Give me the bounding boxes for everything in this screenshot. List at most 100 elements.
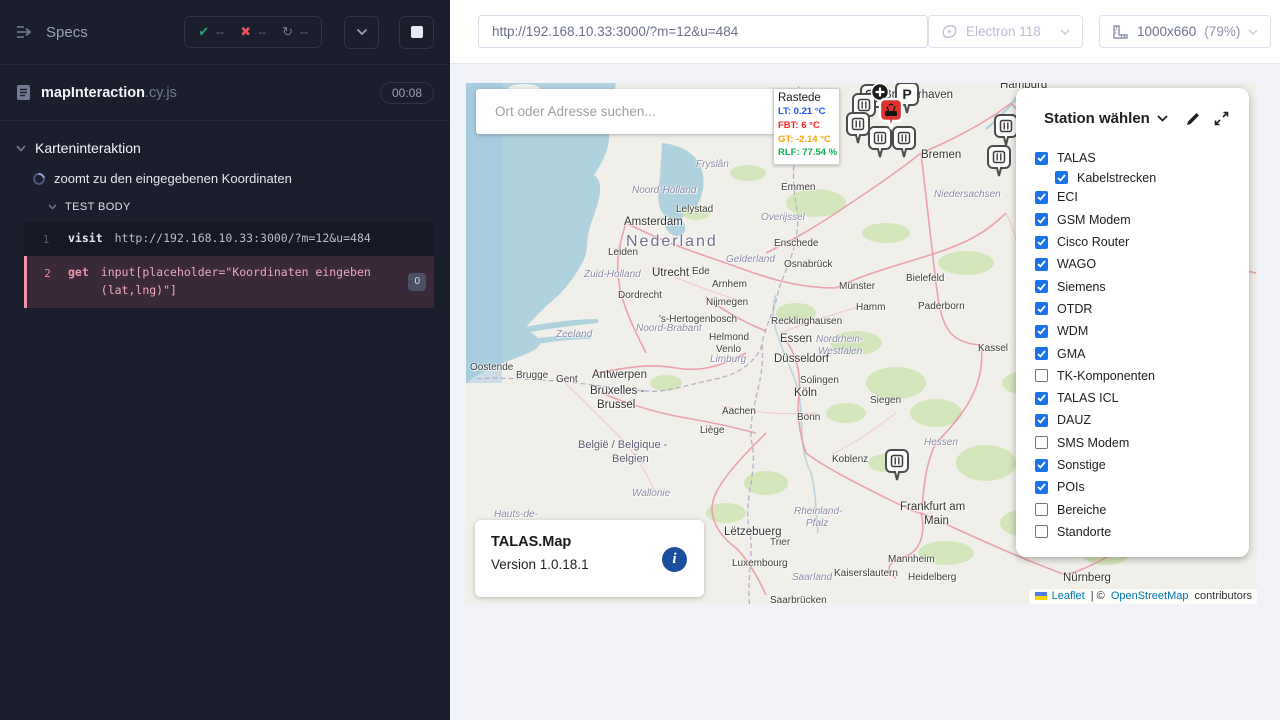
station-panel-list: TALAS Kabelstrecken ECI GSM Modem Cisco Rout… xyxy=(1016,147,1249,543)
spec-file-icon xyxy=(16,84,31,101)
checkbox-icon[interactable] xyxy=(1035,213,1048,226)
filter-label: Cisco Router xyxy=(1057,235,1129,249)
leaflet-link[interactable]: Leaflet xyxy=(1052,590,1085,602)
station-filter-talas[interactable]: TALAS xyxy=(1035,147,1249,169)
search-input[interactable] xyxy=(495,104,758,119)
station-marker[interactable] xyxy=(986,144,1012,178)
collapse-all-button[interactable] xyxy=(344,16,379,49)
checkbox-icon[interactable] xyxy=(1035,258,1048,271)
osm-link[interactable]: OpenStreetMap xyxy=(1111,590,1189,602)
station-filter-wago[interactable]: WAGO xyxy=(1035,253,1249,275)
viewport-zoom: (79%) xyxy=(1204,24,1240,39)
checkbox-icon[interactable] xyxy=(1035,152,1048,165)
checkbox-icon[interactable] xyxy=(1035,191,1048,204)
station-filter-gsm-modem[interactable]: GSM Modem xyxy=(1035,209,1249,231)
pending-icon: ↻ xyxy=(282,24,293,40)
ruler-icon xyxy=(1112,24,1129,40)
station-filter-dauz[interactable]: DAUZ xyxy=(1035,409,1249,431)
checkbox-icon[interactable] xyxy=(1035,414,1048,427)
viewport-size: 1000x660 xyxy=(1137,24,1196,39)
test-body-toggle[interactable]: TEST BODY xyxy=(0,195,450,222)
test-row[interactable]: zoomt zu den eingegebenen Koordinaten xyxy=(0,162,450,195)
spec-name: mapInteraction.cy.js xyxy=(41,85,177,101)
command-args: input[placeholder="Koordinaten eingeben … xyxy=(101,264,396,300)
test-runner-sidebar: Specs ✔-- ✖-- ↻-- mapInteraction.cy.js 0… xyxy=(0,0,450,720)
checkbox-icon[interactable] xyxy=(1035,347,1048,360)
checkbox-icon[interactable] xyxy=(1035,392,1048,405)
station-panel: Station wählen TALASKab xyxy=(1016,88,1249,557)
stat-passed: ✔-- xyxy=(198,24,224,40)
url-input[interactable] xyxy=(478,15,928,48)
running-spinner-icon xyxy=(31,170,48,187)
checkbox-icon[interactable] xyxy=(1035,503,1048,516)
test-stats: ✔-- ✖-- ↻-- xyxy=(184,16,322,48)
filter-label: DAUZ xyxy=(1057,413,1091,427)
spec-duration-badge: 00:08 xyxy=(380,82,434,104)
station-filter-tk-komponenten[interactable]: TK-Komponenten xyxy=(1035,365,1249,387)
edit-pencil-icon[interactable] xyxy=(1185,111,1201,127)
map-attribution: Leaflet | © OpenStreetMap contributors xyxy=(1029,589,1257,604)
tooltip-measurement: GT: -2.14 °C xyxy=(778,133,835,147)
checkbox-icon[interactable] xyxy=(1035,280,1048,293)
checkbox-icon[interactable] xyxy=(1055,171,1068,184)
filter-label: TK-Komponenten xyxy=(1057,369,1155,383)
station-filter-sms-modem[interactable]: SMS Modem xyxy=(1035,432,1249,454)
checkbox-icon[interactable] xyxy=(1035,525,1048,538)
station-filter-pois[interactable]: POIs xyxy=(1035,476,1249,498)
info-icon[interactable]: i xyxy=(662,547,687,572)
checkbox-icon[interactable] xyxy=(1035,436,1048,449)
station-filter-bereiche[interactable]: Bereiche xyxy=(1035,498,1249,520)
filter-label: Sonstige xyxy=(1057,458,1106,472)
tooltip-measurement: FBT: 6 °C xyxy=(778,119,835,133)
station-filter-siemens[interactable]: Siemens xyxy=(1035,275,1249,297)
station-filter-gma[interactable]: GMA xyxy=(1035,342,1249,364)
chevron-down-icon xyxy=(16,145,26,152)
filter-label: Kabelstrecken xyxy=(1077,171,1156,185)
checkbox-icon[interactable] xyxy=(1035,302,1048,315)
leaflet-map[interactable]: HamburgBremerhavenBremenEmmenLelystadAms… xyxy=(466,83,1257,604)
tooltip-measurement: RLF: 77.54 % xyxy=(778,146,835,160)
stat-failed: ✖-- xyxy=(240,24,266,40)
alarm-marker[interactable] xyxy=(878,97,904,131)
test-title: zoomt zu den eingegebenen Koordinaten xyxy=(54,171,292,186)
station-marker[interactable] xyxy=(884,448,910,482)
chevron-down-icon xyxy=(48,204,57,210)
checkbox-icon[interactable] xyxy=(1035,369,1048,382)
station-panel-header: Station wählen xyxy=(1016,88,1249,127)
spec-file-row[interactable]: mapInteraction.cy.js 00:08 xyxy=(0,65,450,120)
checkbox-icon[interactable] xyxy=(1035,236,1048,249)
station-filter-standorte[interactable]: Standorte xyxy=(1035,521,1249,543)
checkbox-icon[interactable] xyxy=(1035,481,1048,494)
expand-icon[interactable] xyxy=(1214,111,1229,126)
filter-label: Standorte xyxy=(1057,525,1111,539)
specs-list-icon[interactable] xyxy=(16,25,34,39)
app-name: TALAS.Map xyxy=(491,534,688,550)
stop-button[interactable] xyxy=(399,16,434,49)
test-tree: Karteninteraktion zoomt zu den eingegebe… xyxy=(0,121,450,308)
station-filter-cisco-router[interactable]: Cisco Router xyxy=(1035,231,1249,253)
command-number: 2 xyxy=(27,264,68,300)
station-filter-wdm[interactable]: WDM xyxy=(1035,320,1249,342)
station-filter-talas-icl[interactable]: TALAS ICL xyxy=(1035,387,1249,409)
app-viewport: HamburgBremerhavenBremenEmmenLelystadAms… xyxy=(450,64,1280,720)
tooltip-measurement: LT: 0.21 °C xyxy=(778,105,835,119)
command-log: 1visithttp://192.168.10.33:3000/?m=12&u=… xyxy=(24,222,434,308)
tooltip-values: LT: 0.21 °CFBT: 6 °CGT: -2.14 °CRLF: 77.… xyxy=(778,105,835,160)
viewport-select[interactable]: 1000x660 (79%) xyxy=(1099,15,1271,48)
command-row[interactable]: 1visithttp://192.168.10.33:3000/?m=12&u=… xyxy=(24,222,434,256)
station-filter-kabelstrecken[interactable]: Kabelstrecken xyxy=(1035,169,1249,186)
chevron-down-icon xyxy=(356,28,368,36)
station-filter-sonstige[interactable]: Sonstige xyxy=(1035,454,1249,476)
station-panel-title: Station wählen xyxy=(1044,110,1150,127)
checkbox-icon[interactable] xyxy=(1035,459,1048,472)
station-filter-otdr[interactable]: OTDR xyxy=(1035,298,1249,320)
suite-row[interactable]: Karteninteraktion xyxy=(0,134,450,162)
chevron-down-icon[interactable] xyxy=(1157,115,1168,122)
station-filter-eci[interactable]: ECI xyxy=(1035,186,1249,208)
command-row[interactable]: 2getinput[placeholder="Koordinaten einge… xyxy=(24,256,434,308)
filter-label: WAGO xyxy=(1057,257,1096,271)
filter-label: ECI xyxy=(1057,190,1078,204)
browser-select[interactable]: Electron 118 xyxy=(928,15,1083,48)
checkbox-icon[interactable] xyxy=(1035,325,1048,338)
test-body-label: TEST BODY xyxy=(65,201,131,213)
